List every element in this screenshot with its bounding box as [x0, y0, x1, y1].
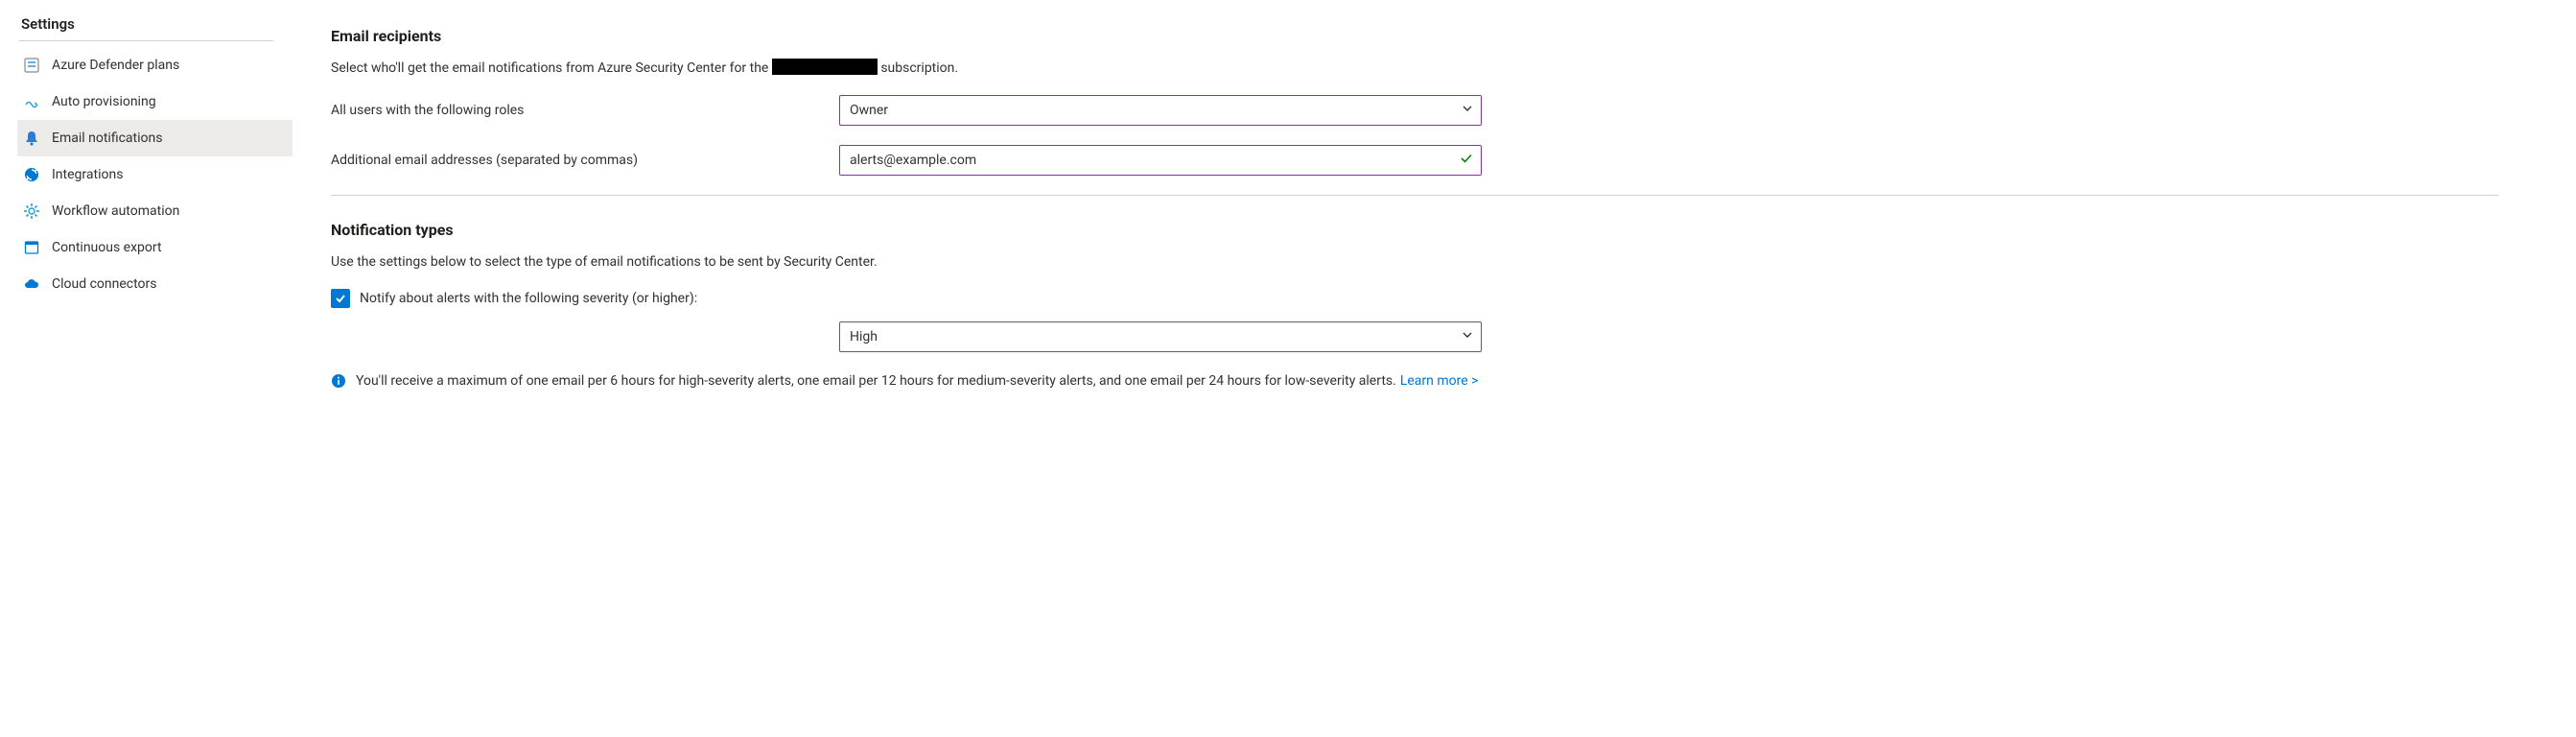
emails-input[interactable] [850, 153, 1450, 168]
sidebar-item-label: Azure Defender plans [52, 58, 179, 73]
roles-row: All users with the following roles Owner [331, 95, 2498, 126]
chevron-down-icon [1462, 329, 1473, 345]
email-recipients-heading: Email recipients [331, 27, 2498, 45]
sidebar-divider [19, 40, 273, 41]
info-icon [331, 373, 346, 389]
subscription-name-redacted [772, 59, 878, 75]
defender-plans-icon [23, 57, 40, 74]
sidebar-title: Settings [17, 12, 293, 40]
roles-dropdown[interactable]: Owner [839, 95, 1482, 126]
cloud-connectors-icon [23, 275, 40, 293]
sidebar-item-label: Integrations [52, 167, 123, 182]
sidebar-item-auto-provisioning[interactable]: Auto provisioning [17, 83, 293, 120]
checkmark-icon [1460, 152, 1473, 169]
sidebar-item-azure-defender-plans[interactable]: Azure Defender plans [17, 47, 293, 83]
sidebar-item-email-notifications[interactable]: Email notifications [17, 120, 293, 156]
severity-dropdown[interactable]: High [839, 321, 1482, 352]
sidebar-item-label: Continuous export [52, 240, 162, 255]
info-text: You'll receive a maximum of one email pe… [356, 373, 1396, 389]
severity-dropdown-row: High [331, 321, 2498, 352]
email-recipients-description: Select who'll get the email notification… [331, 59, 2498, 78]
section-divider [331, 195, 2498, 196]
sidebar-item-label: Auto provisioning [52, 94, 156, 109]
chevron-down-icon [1462, 103, 1473, 118]
main-content: Email recipients Select who'll get the e… [293, 0, 2556, 389]
email-frequency-info: You'll receive a maximum of one email pe… [331, 373, 2498, 389]
roles-dropdown-value: Owner [850, 103, 888, 118]
notify-severity-checkbox[interactable] [331, 289, 350, 308]
severity-spacer [331, 321, 839, 352]
sidebar-item-workflow-automation[interactable]: Workflow automation [17, 193, 293, 229]
sidebar-item-continuous-export[interactable]: Continuous export [17, 229, 293, 266]
continuous-export-icon [23, 239, 40, 256]
settings-sidebar: Settings Azure Defender plans Auto provi… [0, 0, 293, 302]
notification-types-description: Use the settings below to select the typ… [331, 252, 2498, 272]
notifications-bell-icon [23, 130, 40, 147]
emails-row: Additional email addresses (separated by… [331, 145, 2498, 176]
integrations-icon [23, 166, 40, 183]
desc-post: subscription. [878, 60, 958, 76]
desc-pre: Select who'll get the email notification… [331, 60, 772, 76]
auto-provisioning-icon [23, 93, 40, 110]
roles-label: All users with the following roles [331, 103, 839, 118]
sidebar-item-integrations[interactable]: Integrations [17, 156, 293, 193]
notification-types-heading: Notification types [331, 221, 2498, 239]
sidebar-item-cloud-connectors[interactable]: Cloud connectors [17, 266, 293, 302]
emails-input-wrapper[interactable] [839, 145, 1482, 176]
sidebar-item-label: Cloud connectors [52, 276, 157, 292]
notify-severity-label: Notify about alerts with the following s… [360, 291, 697, 306]
sidebar-item-label: Email notifications [52, 131, 162, 146]
learn-more-link[interactable]: Learn more > [1400, 373, 1479, 389]
emails-label: Additional email addresses (separated by… [331, 153, 839, 168]
notify-severity-row: Notify about alerts with the following s… [331, 289, 2498, 308]
sidebar-item-label: Workflow automation [52, 203, 179, 219]
workflow-automation-gear-icon [23, 202, 40, 220]
severity-dropdown-value: High [850, 329, 878, 345]
